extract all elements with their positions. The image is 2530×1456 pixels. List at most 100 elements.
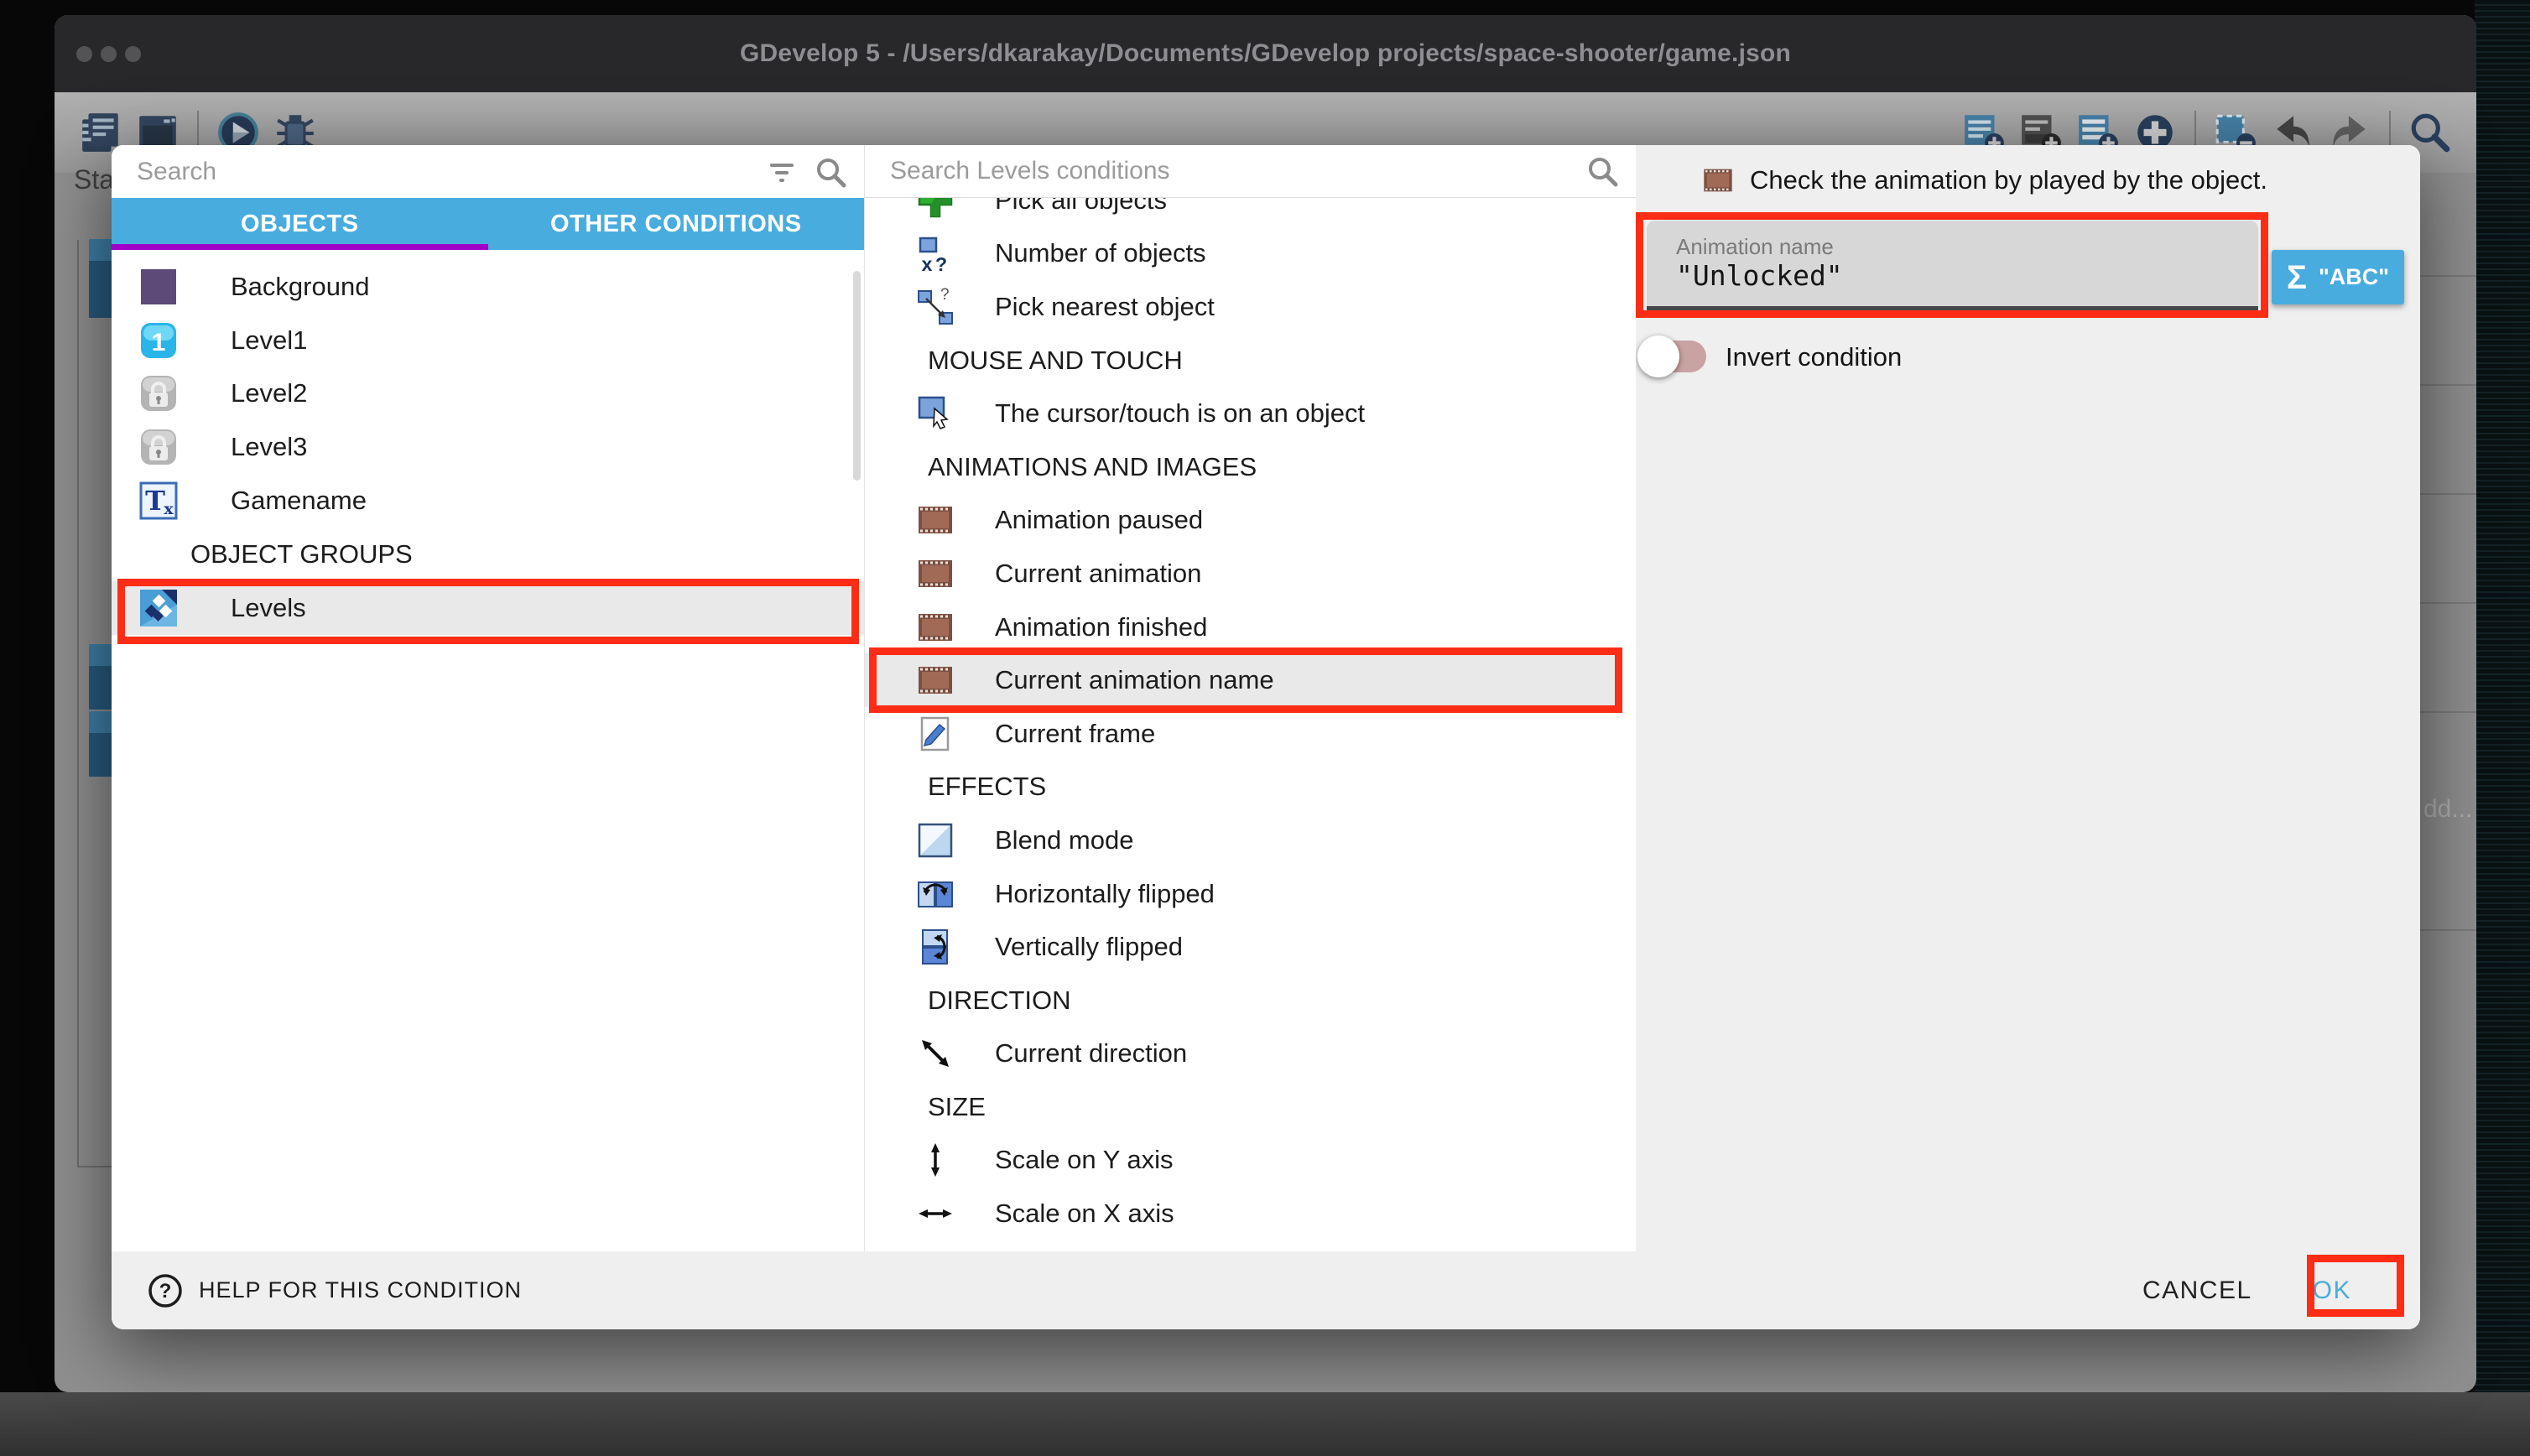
film-strip-icon xyxy=(1701,164,1735,197)
search-icon[interactable] xyxy=(812,153,849,190)
film-icon xyxy=(915,607,955,647)
list-item-level2[interactable]: Level2 xyxy=(112,367,864,421)
invert-condition-toggle[interactable] xyxy=(1637,331,1725,382)
window-title: GDevelop 5 - /Users/dkarakay/Documents/G… xyxy=(740,39,1791,68)
list-item-current-animation[interactable]: Current animation xyxy=(865,547,1616,601)
list-item-scale-on-y-axis[interactable]: Scale on Y axis xyxy=(865,1134,1616,1188)
objects-search-input[interactable] xyxy=(112,145,864,198)
scene-tab-label: Sta xyxy=(74,164,114,195)
list-item-current-frame[interactable]: Current frame xyxy=(865,707,1616,761)
animation-name-field: Animation name xyxy=(1647,221,2258,310)
scale-x-icon xyxy=(915,1193,955,1234)
event-block xyxy=(89,711,112,777)
dialog-footer: ? HELP FOR THIS CONDITION CANCEL OK xyxy=(112,1251,2420,1329)
section-header-effects[interactable]: EFFECTS xyxy=(865,761,1616,814)
objects-search-row xyxy=(112,145,864,198)
vflip-icon xyxy=(915,927,955,967)
expression-builder-button[interactable]: Σ "ABC" xyxy=(2272,250,2404,304)
objects-tabbar: OBJECTS OTHER CONDITIONS xyxy=(112,198,864,250)
list-item-current-direction[interactable]: Current direction xyxy=(865,1027,1616,1081)
section-header-animations-and-images[interactable]: ANIMATIONS AND IMAGES xyxy=(865,440,1616,494)
event-block xyxy=(89,644,112,710)
help-button-label: HELP FOR THIS CONDITION xyxy=(199,1277,522,1303)
list-item-level1[interactable]: 1 Level1 xyxy=(112,314,864,367)
section-header-object-groups[interactable]: OBJECT GROUPS xyxy=(112,528,864,581)
objects-panel: OBJECTS OTHER CONDITIONS Background 1 Le… xyxy=(112,145,864,1251)
svg-text:x: x xyxy=(164,500,174,518)
animation-name-input[interactable] xyxy=(1647,259,2258,292)
section-header-mouse-and-touch[interactable]: MOUSE AND TOUCH xyxy=(865,334,1616,387)
expression-builder-label: "ABC" xyxy=(2319,264,2389,290)
svg-text:x: x xyxy=(922,253,933,273)
svg-text:T: T xyxy=(145,485,165,517)
list-item-levels[interactable]: Levels xyxy=(112,581,864,635)
pick-all-icon xyxy=(915,198,955,221)
events-tree-line xyxy=(77,1166,112,1167)
condition-description: Check the animation by played by the obj… xyxy=(1701,164,2267,197)
svg-text:?: ? xyxy=(159,1280,172,1303)
help-button[interactable]: ? HELP FOR THIS CONDITION xyxy=(142,1271,527,1310)
svg-text:?: ? xyxy=(935,253,947,273)
close-window-button[interactable] xyxy=(76,46,92,62)
conditions-panel: Pick all objects x? Number of objects ? … xyxy=(864,145,1636,1251)
parameters-panel: Check the animation by played by the obj… xyxy=(1636,145,2420,1251)
section-header-direction[interactable]: DIRECTION xyxy=(865,974,1616,1027)
list-item-level3[interactable]: Level3 xyxy=(112,420,864,474)
blend-icon xyxy=(915,820,955,861)
list-item-pick-all-objects[interactable]: Pick all objects xyxy=(865,198,1616,227)
search-icon[interactable] xyxy=(1584,153,1621,190)
list-item-scale-on-x-axis[interactable]: Scale on X axis xyxy=(865,1187,1616,1240)
toggle-knob xyxy=(1637,335,1679,377)
list-item-background[interactable]: Background xyxy=(112,260,864,314)
conditions-search-input[interactable] xyxy=(865,145,1636,197)
filter-icon[interactable] xyxy=(763,153,800,190)
cancel-button[interactable]: CANCEL xyxy=(2137,1276,2257,1306)
objects-scrollbar[interactable] xyxy=(853,271,861,481)
window-title-bar: GDevelop 5 - /Users/dkarakay/Documents/G… xyxy=(55,15,2476,92)
object-list: Background 1 Level1 Level2 Level3 Tx Gam… xyxy=(112,250,864,635)
footer-actions: CANCEL OK xyxy=(2137,1276,2390,1306)
film-icon xyxy=(915,660,955,700)
hflip-icon xyxy=(915,874,955,914)
list-item-blend-mode[interactable]: Blend mode xyxy=(865,814,1616,867)
add-button-truncated-label: dd... xyxy=(2423,795,2472,824)
list-item-animation-paused[interactable]: Animation paused xyxy=(865,494,1616,548)
minimize-window-button[interactable] xyxy=(101,46,117,62)
events-tree-line xyxy=(77,240,79,1167)
list-item-gamename[interactable]: Tx Gamename xyxy=(112,474,864,528)
direction-icon xyxy=(915,1033,955,1074)
list-item-number-of-objects[interactable]: x? Number of objects xyxy=(865,227,1616,281)
condition-description-text: Check the animation by played by the obj… xyxy=(1750,165,2267,195)
obj-lock-icon xyxy=(138,427,179,467)
desktop-background xyxy=(0,1392,2530,1456)
desktop-background xyxy=(2475,0,2530,1456)
list-item-horizontally-flipped[interactable]: Horizontally flipped xyxy=(865,867,1616,921)
list-item-animation-finished[interactable]: Animation finished xyxy=(865,601,1616,654)
list-item-vertically-flipped[interactable]: Vertically flipped xyxy=(865,920,1616,974)
obj-lock-icon xyxy=(138,373,179,413)
number-objects-icon: x? xyxy=(915,233,955,273)
condition-list: Pick all objects x? Number of objects ? … xyxy=(865,198,1636,1240)
obj-text-icon: Tx xyxy=(138,481,179,521)
tab-other-conditions[interactable]: OTHER CONDITIONS xyxy=(488,198,865,250)
obj-level1-icon: 1 xyxy=(138,320,179,361)
section-header-size[interactable]: SIZE xyxy=(865,1080,1616,1134)
obj-group-icon xyxy=(138,588,179,628)
pick-nearest-icon: ? xyxy=(915,287,955,327)
obj-background-icon xyxy=(138,267,179,307)
list-item-pick-nearest-object[interactable]: ? Pick nearest object xyxy=(865,280,1616,334)
tab-objects[interactable]: OBJECTS xyxy=(112,198,488,250)
zoom-window-button[interactable] xyxy=(125,46,141,62)
events-grid-background: dd... xyxy=(2420,208,2476,1265)
screen: GDevelop 5 - /Users/dkarakay/Documents/G… xyxy=(0,0,2530,1456)
film-icon xyxy=(915,500,955,540)
film-icon xyxy=(915,554,955,594)
list-item-the-cursor-touch-is-on-an-object[interactable]: The cursor/touch is on an object xyxy=(865,387,1616,440)
traffic-lights xyxy=(76,15,141,92)
ok-button[interactable]: OK xyxy=(2308,1276,2356,1306)
svg-text:?: ? xyxy=(940,287,950,304)
cursor-object-icon xyxy=(915,393,955,434)
event-block xyxy=(89,239,112,318)
list-item-current-animation-name[interactable]: Current animation name xyxy=(865,653,1616,707)
help-icon: ? xyxy=(147,1272,184,1309)
